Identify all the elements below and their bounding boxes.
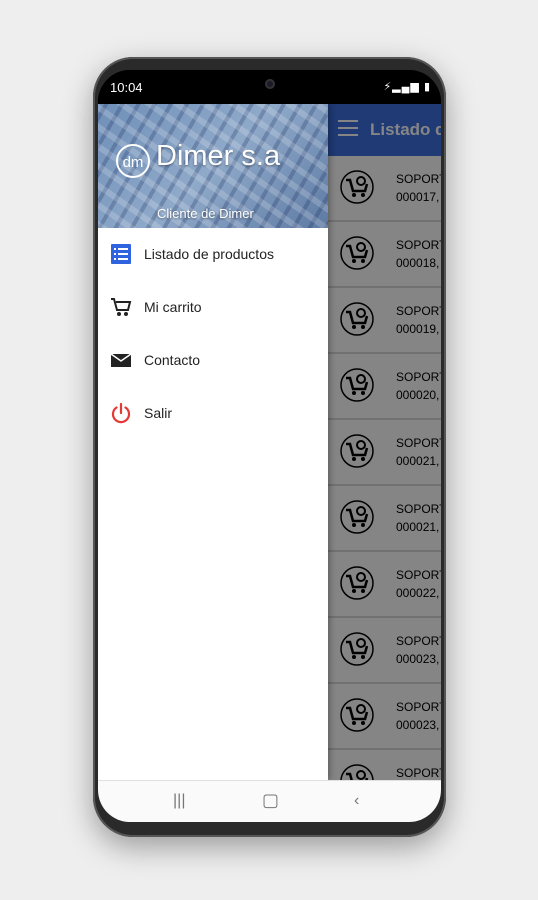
navigation-drawer: dm Dimer s.a Cliente de Dimer Listado de…: [98, 104, 328, 780]
product-list-screen: Listado d SOPORT000017,SOPORT000018,SOPO…: [328, 104, 441, 780]
drawer-menu: Listado de productos Mi carrito Contacto…: [98, 228, 328, 440]
menu-item-label: Listado de productos: [144, 246, 274, 262]
menu-item-salir[interactable]: Salir: [98, 387, 328, 440]
system-nav-bar: ||| ▢ ‹: [98, 780, 441, 822]
drawer-scrim[interactable]: [328, 104, 441, 780]
drawer-subtitle: Cliente de Dimer: [157, 206, 254, 221]
signal-battery-icon: ⚡▂▄▆ ▮: [383, 81, 431, 93]
menu-item-label: Contacto: [144, 352, 201, 368]
menu-item-label: Mi carrito: [144, 299, 202, 315]
list-icon: [111, 244, 131, 264]
home-button[interactable]: ▢: [262, 790, 279, 811]
screen: 10:04 ⚡▂▄▆ ▮ Listado d SOPORT000017,SOPO…: [98, 70, 441, 822]
menu-item-label: Salir: [144, 405, 173, 421]
back-button[interactable]: ‹: [354, 792, 359, 810]
front-camera: [265, 79, 275, 89]
menu-item-carrito[interactable]: Mi carrito: [98, 281, 328, 334]
menu-item-contacto[interactable]: Contacto: [98, 334, 328, 387]
cart-icon: [111, 298, 132, 316]
phone-frame: 10:04 ⚡▂▄▆ ▮ Listado d SOPORT000017,SOPO…: [93, 57, 446, 837]
mail-icon: [110, 353, 132, 367]
power-icon: [111, 402, 131, 424]
status-time: 10:04: [110, 80, 143, 95]
brand-logo: dm: [116, 144, 150, 178]
brand-name: Dimer s.a: [156, 140, 281, 172]
app-window: Listado d SOPORT000017,SOPORT000018,SOPO…: [98, 104, 441, 780]
status-bar: 10:04 ⚡▂▄▆ ▮: [98, 70, 441, 104]
recents-button[interactable]: |||: [173, 792, 185, 810]
drawer-header: dm Dimer s.a Cliente de Dimer: [98, 104, 328, 228]
menu-item-listado[interactable]: Listado de productos: [98, 228, 328, 281]
